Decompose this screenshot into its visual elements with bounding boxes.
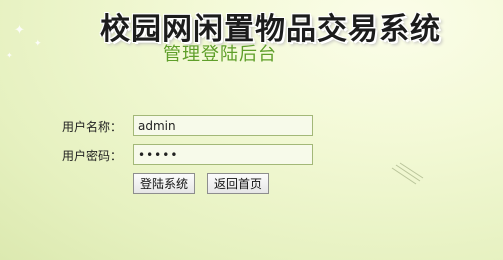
- sparkle-decoration: ✦: [14, 23, 25, 38]
- sparkle-decoration: ✦: [6, 51, 13, 60]
- username-label: 用户名称：: [62, 120, 123, 134]
- login-page: { "header": { "title": "校园网闲置物品交易系统", "s…: [0, 0, 503, 260]
- sparkle-decoration: ✦: [34, 39, 42, 49]
- back-home-button[interactable]: 返回首页: [207, 173, 270, 194]
- hatch-decoration: [391, 162, 424, 185]
- password-input[interactable]: [133, 144, 313, 165]
- login-button[interactable]: 登陆系统: [133, 173, 196, 194]
- username-input[interactable]: [133, 115, 313, 136]
- password-label: 用户密码：: [62, 149, 123, 163]
- page-subtitle: 管理登陆后台: [163, 44, 277, 65]
